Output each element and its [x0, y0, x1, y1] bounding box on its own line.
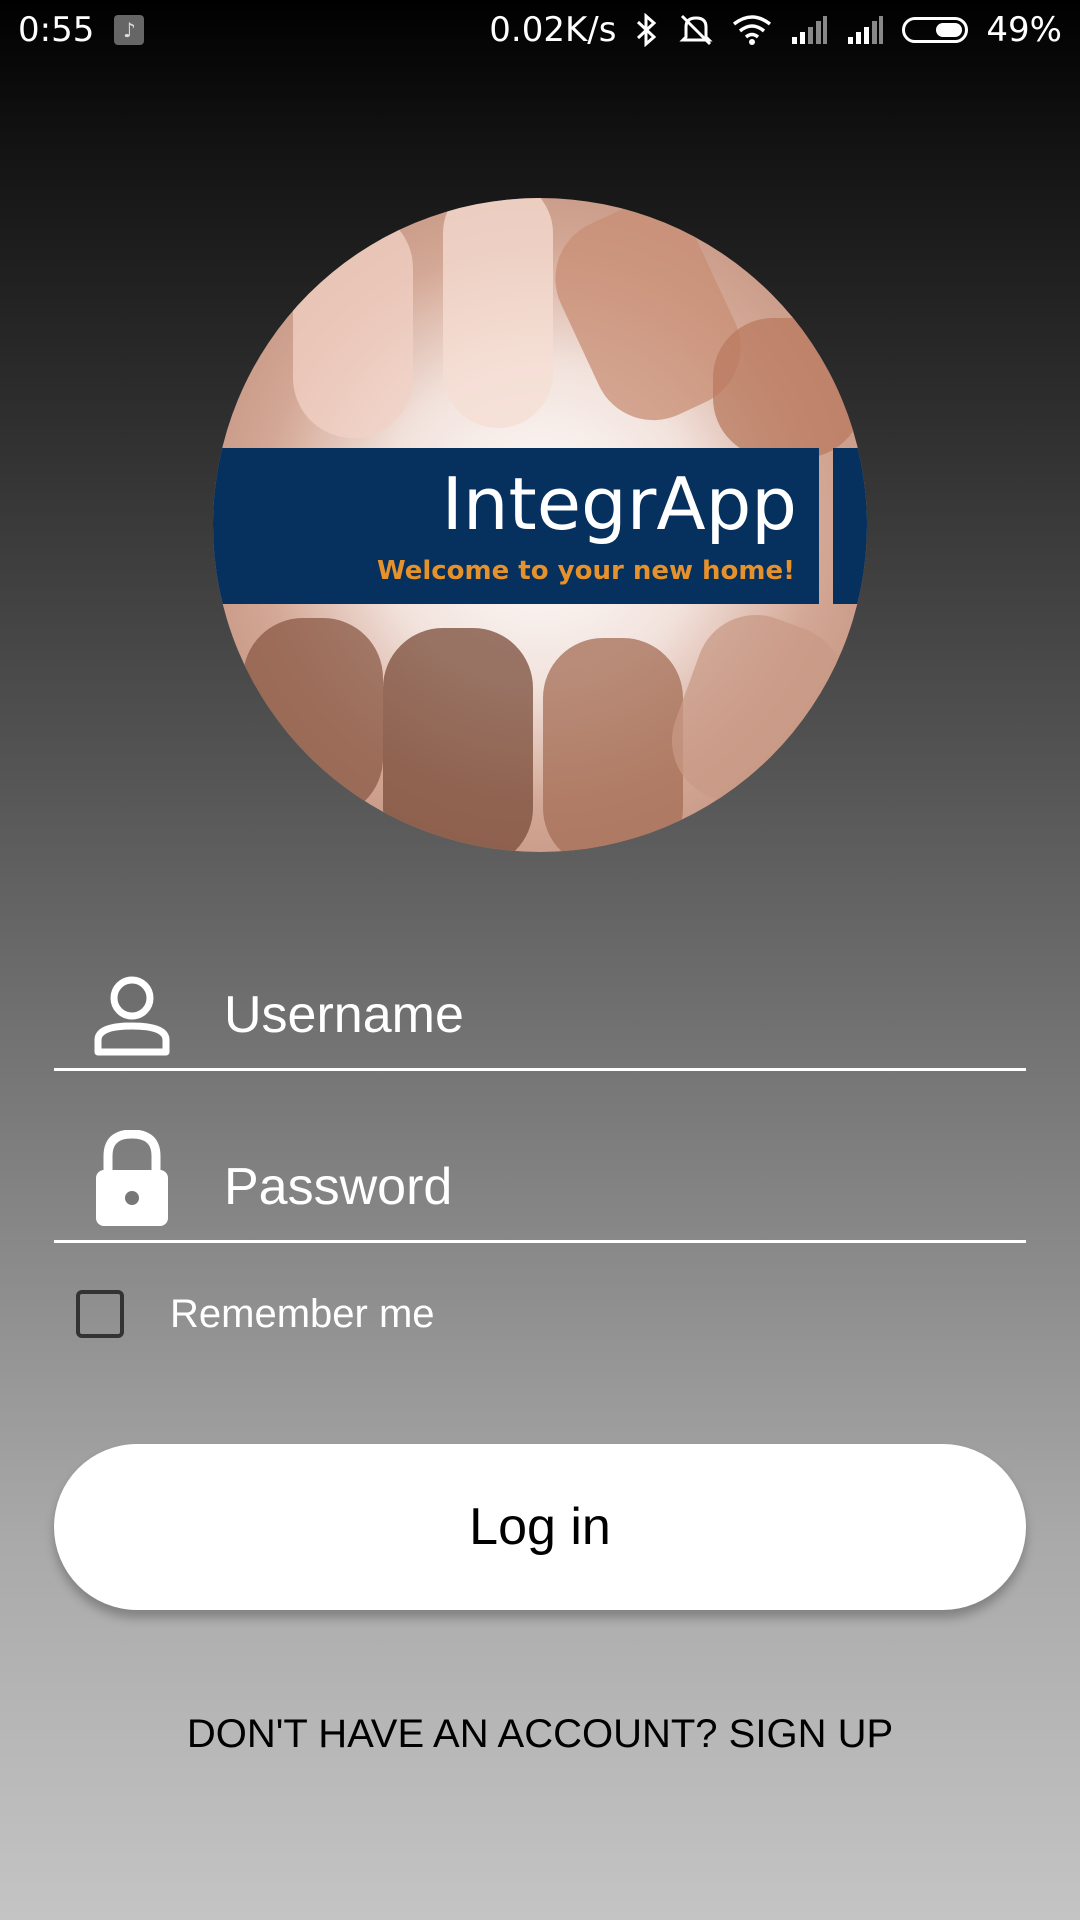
- logo-subtitle: Welcome to your new home!: [376, 556, 795, 586]
- music-icon: ♪: [114, 15, 145, 45]
- person-icon: [94, 976, 170, 1056]
- status-bar: 0:55 ♪ 0.02K/s 49%: [0, 0, 1080, 62]
- signal-icon: [790, 15, 828, 45]
- mute-icon: [678, 13, 714, 47]
- battery-icon: [902, 17, 969, 43]
- logo-banner-edge: [833, 448, 867, 604]
- login-button[interactable]: Log in: [54, 1444, 1026, 1610]
- signup-link[interactable]: DON'T HAVE AN ACCOUNT? SIGN UP: [0, 1712, 1080, 1757]
- password-input[interactable]: [222, 1140, 1006, 1234]
- remember-me[interactable]: Remember me: [76, 1290, 435, 1338]
- password-field: [54, 1129, 1026, 1243]
- logo-banner: IntegrApp Welcome to your new home!: [213, 448, 819, 604]
- bluetooth-icon: [634, 13, 660, 47]
- battery-percent: 49%: [986, 10, 1062, 50]
- lock-icon: [94, 1129, 170, 1226]
- username-input[interactable]: [222, 968, 1006, 1062]
- remember-me-label: Remember me: [170, 1291, 435, 1336]
- status-bar-left: 0:55 ♪: [18, 10, 145, 50]
- clock: 0:55: [18, 10, 95, 50]
- network-speed: 0.02K/s: [489, 10, 617, 50]
- app-logo: IntegrApp Welcome to your new home!: [213, 198, 867, 852]
- remember-me-checkbox[interactable]: [76, 1290, 124, 1338]
- signal-icon: [846, 15, 884, 45]
- status-bar-right: 0.02K/s 49%: [489, 10, 1062, 50]
- wifi-icon: [732, 14, 772, 46]
- logo-title: IntegrApp: [441, 462, 797, 546]
- username-field: [54, 958, 1026, 1071]
